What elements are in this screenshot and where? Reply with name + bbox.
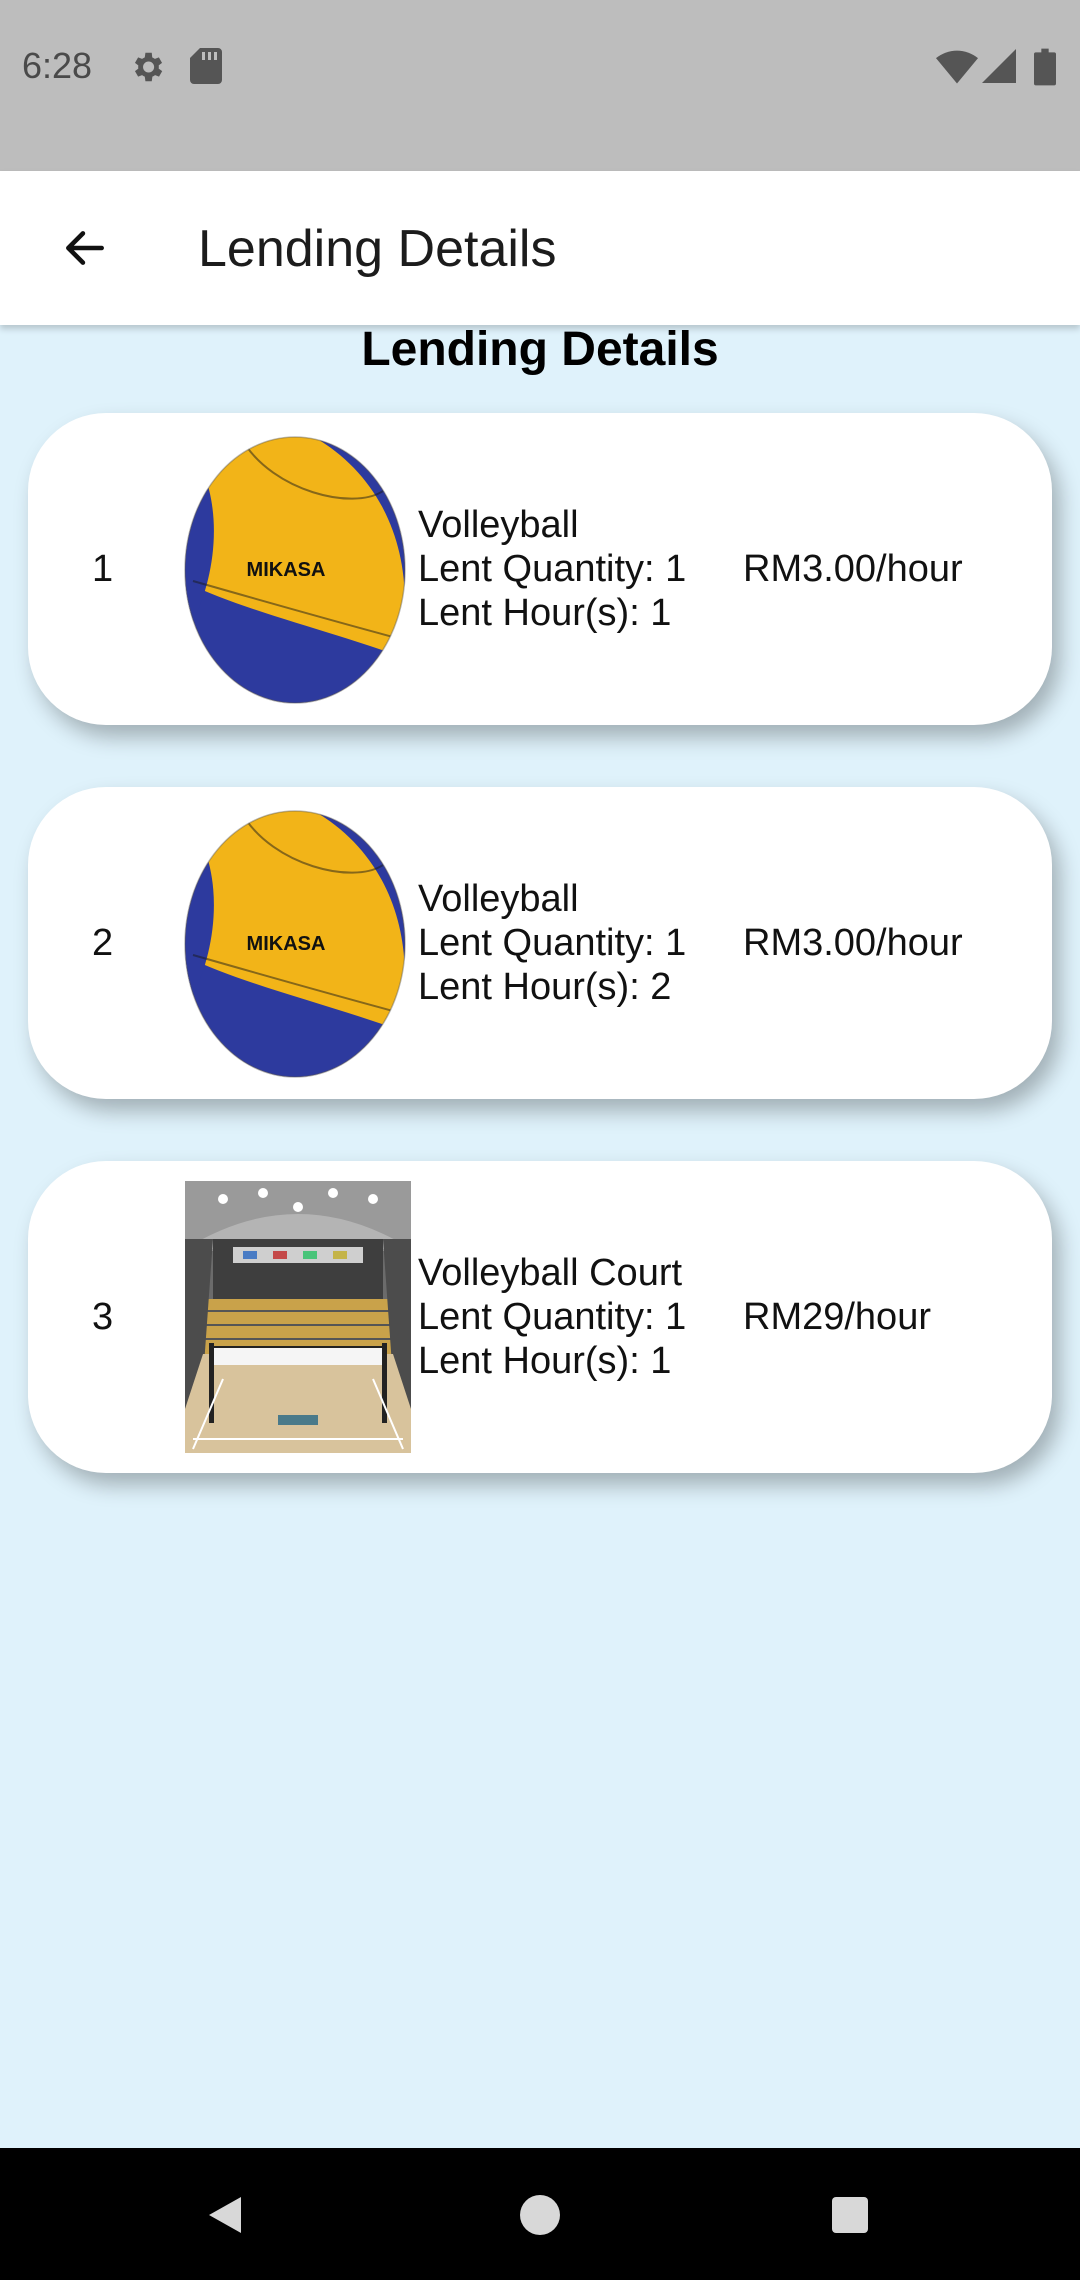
volleyball-image: MIKASA xyxy=(183,431,413,707)
item-info: Volleyball Lent Quantity: 1 Lent Hour(s)… xyxy=(418,413,686,725)
item-name: Volleyball xyxy=(418,504,579,546)
nav-home-button[interactable] xyxy=(505,2180,575,2250)
page-heading: Lending Details xyxy=(361,323,719,376)
item-index: 3 xyxy=(92,1295,114,1338)
sd-card-icon xyxy=(190,48,222,89)
item-price: RM3.00/hour xyxy=(743,547,963,590)
volleyball-court-image xyxy=(183,1179,413,1455)
back-triangle-icon xyxy=(209,2197,241,2233)
volleyball-image: MIKASA xyxy=(183,805,413,1081)
recents-square-icon xyxy=(832,2197,868,2233)
item-hours: Lent Hour(s): 1 xyxy=(418,592,672,634)
item-info: Volleyball Lent Quantity: 1 Lent Hour(s)… xyxy=(418,787,686,1099)
item-quantity: Lent Quantity: 1 xyxy=(418,922,687,964)
item-quantity: Lent Quantity: 1 xyxy=(418,548,687,590)
app-bar: Lending Details xyxy=(0,171,1080,325)
arrow-back-icon xyxy=(66,231,104,265)
item-index: 1 xyxy=(92,547,114,590)
svg-text:MIKASA: MIKASA xyxy=(247,559,326,581)
wifi-icon xyxy=(936,48,978,89)
item-hours: Lent Hour(s): 2 xyxy=(418,966,672,1008)
nav-back-button[interactable] xyxy=(190,2180,260,2250)
nav-recents-button[interactable] xyxy=(815,2180,885,2250)
app-bar-title: Lending Details xyxy=(198,220,557,278)
lending-item-card[interactable]: 2 MIKASA Volleyball Lent Quantity: 1 Len… xyxy=(28,787,1052,1099)
item-index: 2 xyxy=(92,921,114,964)
lending-item-card[interactable]: 3 Volleyball Court Lent Quantity: 1 Lent… xyxy=(28,1161,1052,1473)
status-bar: 6:28 xyxy=(0,0,1080,171)
system-nav-bar xyxy=(0,2148,1080,2280)
status-time: 6:28 xyxy=(22,45,93,86)
battery-icon xyxy=(1034,48,1056,91)
item-info: Volleyball Court Lent Quantity: 1 Lent H… xyxy=(418,1161,686,1473)
svg-text:MIKASA: MIKASA xyxy=(247,933,326,955)
item-hours: Lent Hour(s): 1 xyxy=(418,1340,672,1382)
gear-icon xyxy=(128,48,166,91)
signal-icon xyxy=(982,48,1016,89)
item-name: Volleyball Court xyxy=(418,1252,683,1294)
item-quantity: Lent Quantity: 1 xyxy=(418,1296,687,1338)
item-name: Volleyball xyxy=(418,878,579,920)
item-price: RM3.00/hour xyxy=(743,921,963,964)
item-price: RM29/hour xyxy=(743,1295,931,1338)
lending-item-card[interactable]: 1 MIKASA Volleyball Lent Quantity: 1 Len… xyxy=(28,413,1052,725)
back-button[interactable] xyxy=(40,203,130,293)
home-circle-icon xyxy=(520,2195,560,2235)
